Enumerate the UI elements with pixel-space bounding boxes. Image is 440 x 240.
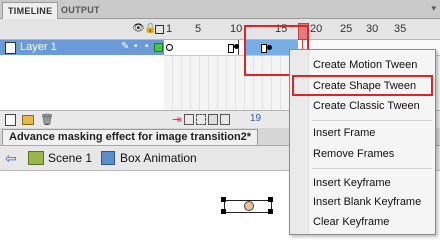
timeline-header: 👁 🔒 1 5 10 15 20 25 30 35 bbox=[0, 19, 440, 40]
menu-item-create-classic-tween[interactable]: Create Classic Tween bbox=[290, 97, 435, 115]
menu-item-create-motion-tween[interactable]: Create Motion Tween bbox=[290, 56, 435, 74]
frame-number: 30 bbox=[366, 23, 379, 35]
menu-item-remove-frames[interactable]: Remove Frames bbox=[290, 145, 435, 163]
onion-markers-icon[interactable] bbox=[220, 114, 230, 125]
onion-outline-icon[interactable] bbox=[196, 114, 206, 125]
scene-link[interactable]: Scene 1 bbox=[48, 151, 92, 165]
menu-item-label: Clear Keyframe bbox=[313, 216, 390, 228]
current-frame[interactable]: 19 bbox=[250, 113, 261, 124]
frame-number: 20 bbox=[310, 23, 323, 35]
menu-item-insert-keyframe[interactable]: Insert Keyframe bbox=[290, 174, 435, 192]
visibility-dot-icon[interactable]: • bbox=[134, 41, 138, 52]
onion-skin-icon[interactable] bbox=[184, 114, 194, 125]
movie-clip-icon bbox=[101, 151, 115, 165]
menu-item-insert-frame[interactable]: Insert Frame bbox=[290, 124, 435, 142]
panel-tab-bar: TIMELINE OUTPUT ▾ bbox=[0, 0, 440, 19]
menu-item-label: Insert Keyframe bbox=[313, 177, 391, 189]
frame-number: 1 bbox=[166, 23, 173, 35]
menu-highlight-annotation bbox=[292, 75, 433, 96]
document-tab[interactable]: Advance masking effect for image transit… bbox=[2, 129, 259, 145]
back-arrow-icon[interactable]: ⇦ bbox=[5, 150, 17, 167]
context-menu: Create Motion Tween Create Shape Tween C… bbox=[289, 49, 436, 235]
registration-point[interactable] bbox=[244, 201, 254, 211]
keyframe-dot-icon bbox=[234, 44, 239, 49]
outline-color-icon[interactable] bbox=[154, 43, 163, 52]
outline-all-icon[interactable] bbox=[155, 25, 164, 34]
symbol-link[interactable]: Box Animation bbox=[120, 151, 197, 165]
menu-item-label: Insert Frame bbox=[313, 127, 376, 139]
edit-multiple-frames-icon[interactable] bbox=[208, 114, 218, 125]
lock-dot-icon[interactable]: • bbox=[145, 41, 149, 52]
empty-keyframe-icon bbox=[166, 44, 173, 51]
layer-header: 👁 🔒 bbox=[0, 19, 164, 39]
show-hide-all-icon[interactable]: 👁 bbox=[132, 23, 145, 34]
transform-handle[interactable] bbox=[221, 209, 226, 214]
frame-number: 10 bbox=[230, 23, 243, 35]
menu-separator bbox=[312, 120, 432, 121]
menu-item-label: Create Motion Tween bbox=[313, 59, 418, 71]
pencil-icon: ✎ bbox=[121, 41, 130, 52]
delete-icon[interactable]: 🗑 bbox=[40, 113, 54, 126]
new-layer-icon[interactable] bbox=[5, 114, 16, 126]
tab-timeline[interactable]: TIMELINE bbox=[2, 2, 59, 19]
menu-item-label: Create Classic Tween bbox=[313, 100, 420, 112]
transform-handle[interactable] bbox=[221, 197, 226, 202]
tab-output[interactable]: OUTPUT bbox=[56, 2, 105, 18]
panel-menu-icon[interactable]: ▾ bbox=[431, 3, 436, 14]
menu-item-label: Remove Frames bbox=[313, 148, 395, 160]
new-folder-icon[interactable] bbox=[22, 115, 34, 125]
frame-number: 5 bbox=[195, 23, 202, 35]
frame-number: 25 bbox=[340, 23, 353, 35]
transform-handle[interactable] bbox=[268, 209, 273, 214]
center-frame-icon[interactable]: ⇥ bbox=[172, 113, 181, 126]
layers-empty-area bbox=[0, 56, 165, 110]
menu-separator bbox=[312, 168, 432, 169]
menu-item-clear-keyframe[interactable]: Clear Keyframe bbox=[290, 213, 435, 231]
menu-item-insert-blank-keyframe[interactable]: Insert Blank Keyframe bbox=[290, 193, 435, 211]
layer-name[interactable]: Layer 1 bbox=[20, 41, 57, 53]
layer-icon bbox=[5, 42, 16, 54]
scene-icon bbox=[28, 151, 44, 165]
keyframe-span[interactable] bbox=[164, 40, 239, 55]
frame-number: 35 bbox=[394, 23, 407, 35]
transform-handle[interactable] bbox=[268, 197, 273, 202]
menu-item-label: Insert Blank Keyframe bbox=[313, 196, 422, 208]
layer-row[interactable]: Layer 1 ✎ • • bbox=[0, 40, 164, 55]
